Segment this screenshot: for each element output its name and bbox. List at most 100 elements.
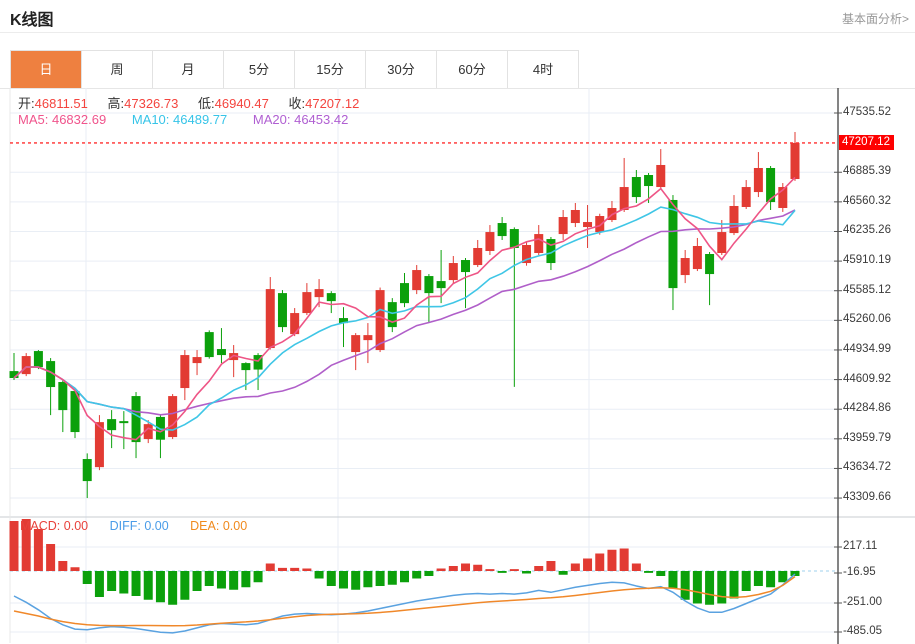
candle[interactable] [473,239,483,268]
macd-bar [82,571,92,584]
candle[interactable] [497,217,507,240]
macd-bar [766,571,776,588]
candle[interactable] [583,204,593,248]
close-value: 47207.12 [305,96,360,111]
y-axis-label: 46560.32 [843,194,891,207]
macd-bar [290,567,300,571]
candle[interactable] [216,328,226,364]
low-label: 低: [198,96,215,111]
candle[interactable] [522,241,532,266]
macd-bar [9,521,19,571]
macd-bar [387,571,397,585]
macd-bar [656,571,666,576]
macd-bar [448,566,458,571]
candle[interactable] [631,169,641,203]
candle[interactable] [790,132,800,181]
macd-bar [753,571,763,586]
macd-bar [351,571,361,590]
y-axis-label: 43959.79 [843,431,891,444]
macd-y-axis-label: 217.11 [843,540,878,552]
candle[interactable] [82,453,92,499]
macd-bar [607,549,617,571]
current-price-label: 47207.12 [839,134,894,150]
candle[interactable] [387,298,397,333]
macd-y-axis-label: -485.05 [843,625,883,637]
candle[interactable] [58,380,68,433]
candle[interactable] [155,414,165,459]
candle[interactable] [656,149,666,190]
candle[interactable] [363,323,373,364]
open-label: 开: [18,96,35,111]
macd-bar [107,571,117,591]
candle[interactable] [412,265,422,295]
kline-page: K线图 基本面分析> 日 周 月 5分 15分 30分 60分 4时 开:468… [0,0,915,644]
candle[interactable] [619,157,629,213]
y-axis-label: 43634.72 [843,461,891,474]
candle[interactable] [741,180,751,209]
macd-bar [631,563,641,571]
candle[interactable] [302,283,312,316]
candle[interactable] [21,353,31,377]
candle[interactable] [607,200,617,223]
candle[interactable] [290,308,300,337]
low-value: 46940.47 [214,96,269,111]
macd-y-axis-label: -251.00 [843,596,883,608]
candle[interactable] [326,291,336,314]
macd-bar [741,571,751,591]
candle[interactable] [509,227,519,387]
candle[interactable] [570,202,580,228]
macd-bar [180,571,190,600]
macd-bar [558,571,568,575]
candle[interactable] [680,250,690,284]
macd-bar [461,563,471,571]
candle[interactable] [265,277,275,350]
candle[interactable] [107,410,117,449]
macd-bar [216,571,226,589]
candle[interactable] [448,256,458,284]
candle[interactable] [668,195,678,311]
ma-readout: MA5: 46832.69 MA10: 46489.77 MA20: 46453… [18,112,348,127]
candle[interactable] [33,350,43,370]
candle[interactable] [485,225,495,256]
macd-bar [204,571,214,586]
candle[interactable] [705,252,715,306]
candle[interactable] [692,237,702,272]
candle[interactable] [204,330,214,359]
candle[interactable] [277,290,287,333]
candle[interactable] [192,350,202,376]
y-axis-label: 44934.99 [843,342,891,355]
macd-bar [155,571,165,603]
candle[interactable] [400,273,409,308]
candle[interactable] [753,152,763,198]
macd-bar [680,571,690,600]
high-label: 高: [107,96,125,111]
macd-bar [70,567,80,571]
macd-value: MACD: 0.00 [20,519,89,533]
candle[interactable] [168,394,178,440]
candle[interactable] [119,411,129,450]
macd-bar [424,571,434,576]
macd-bar [619,548,629,571]
candle[interactable] [46,358,56,416]
macd-bar [119,571,129,594]
open-value: 46811.51 [34,96,88,111]
ma10-readout: MA10: 46489.77 [131,112,228,127]
candle[interactable] [717,220,727,256]
macd-bar [338,571,348,589]
macd-bar [314,571,324,579]
candle[interactable] [180,350,190,401]
macd-bar [302,568,312,571]
candle[interactable] [338,307,348,348]
candle[interactable] [558,209,568,240]
ohlc-readout: 开:46811.51 高:47326.73 低:46940.47 收:47207… [18,93,375,112]
macd-bar [729,571,739,599]
y-axis-label: 45585.12 [843,283,891,296]
candle[interactable] [131,392,141,459]
candle[interactable] [729,195,739,236]
y-axis-label: 46885.39 [843,165,891,178]
y-axis-label: 45910.19 [843,254,891,267]
candle[interactable] [461,258,471,309]
macd-bar [668,571,678,589]
y-axis-label: 44609.92 [843,372,891,385]
candle[interactable] [351,333,361,371]
